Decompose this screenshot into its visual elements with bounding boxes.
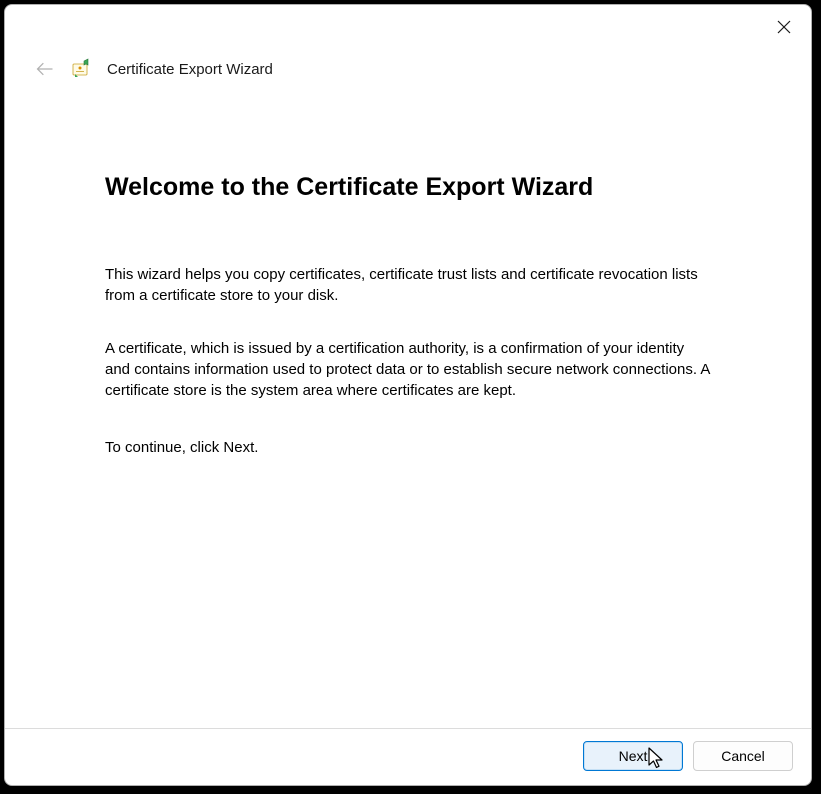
titlebar <box>5 5 811 45</box>
close-button[interactable] <box>767 13 801 41</box>
wizard-header: Certificate Export Wizard <box>5 45 811 81</box>
continue-instruction: To continue, click Next. <box>105 437 711 458</box>
intro-paragraph-1: This wizard helps you copy certificates,… <box>105 264 711 306</box>
wizard-title: Certificate Export Wizard <box>107 61 273 78</box>
wizard-content: Welcome to the Certificate Export Wizard… <box>5 81 811 728</box>
certificate-wizard-icon <box>71 58 93 80</box>
cancel-button[interactable]: Cancel <box>693 741 793 771</box>
intro-paragraph-2: A certificate, which is issued by a cert… <box>105 338 711 401</box>
wizard-window: Certificate Export Wizard Welcome to the… <box>4 4 812 786</box>
close-icon <box>777 20 791 34</box>
wizard-footer: Next Cancel <box>5 728 811 785</box>
next-button[interactable]: Next <box>583 741 683 771</box>
back-button[interactable] <box>33 57 57 81</box>
back-arrow-icon <box>35 59 55 79</box>
page-heading: Welcome to the Certificate Export Wizard <box>105 173 711 202</box>
